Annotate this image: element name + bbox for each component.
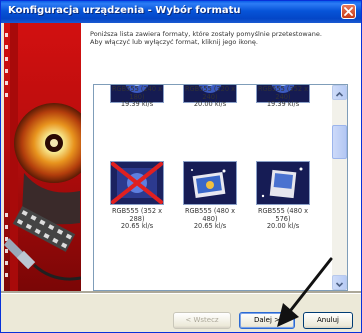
window-title: Konfiguracja urządzenia - Wybór formatu [8, 5, 241, 16]
format-thumbnail-icon [110, 161, 164, 205]
format-tile[interactable]: RGB555 (320 x 240) 20.00 kl/s [175, 85, 245, 139]
wizard-content: Poniższa lista zawiera formaty, które zo… [81, 23, 361, 291]
format-label-size: 20.00 kl/s [193, 100, 227, 108]
format-tile[interactable]: RGB555 (480 x 480) 20.65 kl/s [175, 161, 245, 261]
cancel-button[interactable]: Anuluj [303, 312, 353, 329]
scroll-down-button[interactable] [332, 275, 347, 290]
back-button[interactable]: < Wstecz [173, 312, 231, 329]
instructions-line-1: Poniższa lista zawiera formaty, które zo… [90, 30, 322, 38]
format-grid: RGB555 (240 x 180) 19.39 kl/s RGB555 (32… [94, 85, 333, 290]
format-tile[interactable]: RGB555 (352 x 288) 20.65 kl/s [102, 161, 172, 261]
format-thumbnail-icon [256, 161, 310, 205]
format-label-size: 20.00 kl/s [266, 222, 300, 230]
scrollbar-thumb[interactable] [332, 125, 347, 159]
format-label-size: 19.39 kl/s [266, 100, 300, 108]
next-button[interactable]: Dalej > [239, 312, 295, 329]
format-label-size: 19.39 kl/s [120, 100, 154, 108]
scroll-down-icon [335, 282, 344, 288]
close-button[interactable] [341, 4, 356, 19]
footer-divider [1, 291, 361, 294]
close-icon [344, 7, 353, 16]
format-thumbnail-icon [183, 161, 237, 205]
format-tile[interactable]: RGB555 (240 x 180) 19.39 kl/s [102, 85, 172, 139]
wizard-banner-image [4, 23, 81, 291]
scroll-up-button[interactable] [332, 85, 347, 100]
format-label-size: 20.65 kl/s [120, 222, 154, 230]
vertical-scrollbar[interactable] [332, 85, 347, 290]
instructions-text: Poniższa lista zawiera formaty, które zo… [90, 30, 358, 46]
format-tile[interactable]: RGB555 (480 x 576) 20.00 kl/s [248, 161, 318, 261]
format-tile[interactable]: RGB555 (352 x 240) 19.39 kl/s [248, 85, 318, 139]
title-bar[interactable]: Konfiguracja urządzenia - Wybór formatu [1, 1, 361, 23]
format-list[interactable]: RGB555 (240 x 180) 19.39 kl/s RGB555 (32… [93, 84, 348, 291]
dialog-window: Konfiguracja urządzenia - Wybór formatu [0, 0, 362, 333]
format-label-size: 20.65 kl/s [193, 222, 227, 230]
scroll-up-icon [335, 91, 344, 97]
instructions-line-2: Aby włączyć lub wyłączyć format, kliknij… [90, 38, 258, 46]
